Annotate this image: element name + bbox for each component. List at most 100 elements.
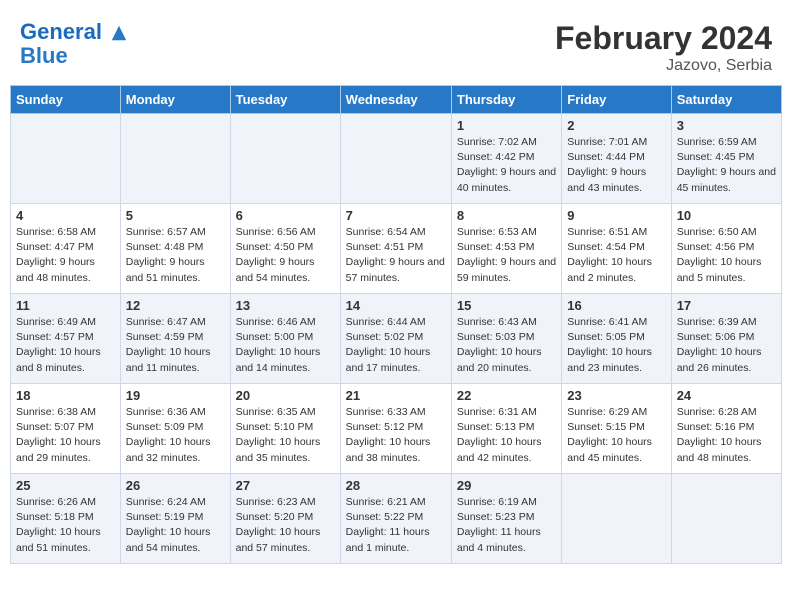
calendar-cell: 7 Sunrise: 6:54 AMSunset: 4:51 PMDaylight…	[340, 204, 451, 294]
day-sun-info: Sunrise: 6:44 AMSunset: 5:02 PMDaylight:…	[346, 315, 446, 376]
day-number: 29	[457, 478, 556, 493]
calendar-cell: 29 Sunrise: 6:19 AMSunset: 5:23 PMDayligh…	[451, 474, 561, 564]
day-sun-info: Sunrise: 6:51 AMSunset: 4:54 PMDaylight:…	[567, 225, 665, 286]
day-sun-info: Sunrise: 6:57 AMSunset: 4:48 PMDaylight:…	[126, 225, 225, 286]
calendar-cell: 10 Sunrise: 6:50 AMSunset: 4:56 PMDayligh…	[671, 204, 781, 294]
day-number: 22	[457, 388, 556, 403]
calendar-cell: 12 Sunrise: 6:47 AMSunset: 4:59 PMDayligh…	[120, 294, 230, 384]
calendar-cell: 28 Sunrise: 6:21 AMSunset: 5:22 PMDayligh…	[340, 474, 451, 564]
day-sun-info: Sunrise: 6:19 AMSunset: 5:23 PMDaylight:…	[457, 495, 556, 556]
day-sun-info: Sunrise: 6:49 AMSunset: 4:57 PMDaylight:…	[16, 315, 115, 376]
day-number: 4	[16, 208, 115, 223]
logo-text: General	[20, 20, 128, 44]
calendar-cell	[671, 474, 781, 564]
day-sun-info: Sunrise: 6:50 AMSunset: 4:56 PMDaylight:…	[677, 225, 776, 286]
calendar-table: SundayMondayTuesdayWednesdayThursdayFrid…	[10, 85, 782, 564]
calendar-cell: 13 Sunrise: 6:46 AMSunset: 5:00 PMDayligh…	[230, 294, 340, 384]
day-number: 6	[236, 208, 335, 223]
calendar-cell	[340, 114, 451, 204]
day-sun-info: Sunrise: 6:59 AMSunset: 4:45 PMDaylight:…	[677, 135, 776, 196]
day-sun-info: Sunrise: 6:46 AMSunset: 5:00 PMDaylight:…	[236, 315, 335, 376]
day-sun-info: Sunrise: 6:21 AMSunset: 5:22 PMDaylight:…	[346, 495, 446, 556]
day-header-thursday: Thursday	[451, 86, 561, 114]
calendar-cell: 8 Sunrise: 6:53 AMSunset: 4:53 PMDaylight…	[451, 204, 561, 294]
day-number: 7	[346, 208, 446, 223]
calendar-cell: 20 Sunrise: 6:35 AMSunset: 5:10 PMDayligh…	[230, 384, 340, 474]
month-year-title: February 2024	[555, 20, 772, 57]
calendar-cell	[11, 114, 121, 204]
calendar-week-row: 25 Sunrise: 6:26 AMSunset: 5:18 PMDayligh…	[11, 474, 782, 564]
day-number: 2	[567, 118, 665, 133]
day-number: 16	[567, 298, 665, 313]
day-sun-info: Sunrise: 6:47 AMSunset: 4:59 PMDaylight:…	[126, 315, 225, 376]
page-header: General Blue February 2024 Jazovo, Serbi…	[10, 10, 782, 80]
calendar-cell: 26Sunrise: 6:24 AMSunset: 5:19 PMDayligh…	[120, 474, 230, 564]
day-header-sunday: Sunday	[11, 86, 121, 114]
calendar-cell	[120, 114, 230, 204]
day-number: 27	[236, 478, 335, 493]
day-sun-info: Sunrise: 6:38 AMSunset: 5:07 PMDaylight:…	[16, 405, 115, 466]
day-sun-info: Sunrise: 6:58 AMSunset: 4:47 PMDaylight:…	[16, 225, 115, 286]
day-sun-info: Sunrise: 6:54 AMSunset: 4:51 PMDaylight:…	[346, 225, 446, 286]
calendar-cell: 15Sunrise: 6:43 AMSunset: 5:03 PMDayligh…	[451, 294, 561, 384]
day-sun-info: Sunrise: 6:33 AMSunset: 5:12 PMDaylight:…	[346, 405, 446, 466]
calendar-cell: 2 Sunrise: 7:01 AMSunset: 4:44 PMDaylight…	[562, 114, 671, 204]
day-sun-info: Sunrise: 6:28 AMSunset: 5:16 PMDaylight:…	[677, 405, 776, 466]
calendar-week-row: 11 Sunrise: 6:49 AMSunset: 4:57 PMDayligh…	[11, 294, 782, 384]
calendar-cell: 27 Sunrise: 6:23 AMSunset: 5:20 PMDayligh…	[230, 474, 340, 564]
calendar-cell: 5Sunrise: 6:57 AMSunset: 4:48 PMDaylight…	[120, 204, 230, 294]
calendar-cell: 11 Sunrise: 6:49 AMSunset: 4:57 PMDayligh…	[11, 294, 121, 384]
calendar-cell: 1 Sunrise: 7:02 AMSunset: 4:42 PMDaylight…	[451, 114, 561, 204]
day-sun-info: Sunrise: 7:01 AMSunset: 4:44 PMDaylight:…	[567, 135, 665, 196]
calendar-cell: 19 Sunrise: 6:36 AMSunset: 5:09 PMDayligh…	[120, 384, 230, 474]
calendar-cell: 6 Sunrise: 6:56 AMSunset: 4:50 PMDaylight…	[230, 204, 340, 294]
day-number: 18	[16, 388, 115, 403]
calendar-cell: 3Sunrise: 6:59 AMSunset: 4:45 PMDaylight…	[671, 114, 781, 204]
calendar-cell: 25 Sunrise: 6:26 AMSunset: 5:18 PMDayligh…	[11, 474, 121, 564]
calendar-cell: 9 Sunrise: 6:51 AMSunset: 4:54 PMDaylight…	[562, 204, 671, 294]
day-header-friday: Friday	[562, 86, 671, 114]
calendar-cell	[562, 474, 671, 564]
day-number: 21	[346, 388, 446, 403]
day-sun-info: Sunrise: 6:29 AMSunset: 5:15 PMDaylight:…	[567, 405, 665, 466]
day-number: 11	[16, 298, 115, 313]
calendar-cell	[230, 114, 340, 204]
day-number: 19	[126, 388, 225, 403]
day-number: 20	[236, 388, 335, 403]
calendar-cell: 4 Sunrise: 6:58 AMSunset: 4:47 PMDaylight…	[11, 204, 121, 294]
day-sun-info: Sunrise: 6:23 AMSunset: 5:20 PMDaylight:…	[236, 495, 335, 556]
day-sun-info: Sunrise: 6:24 AMSunset: 5:19 PMDaylight:…	[126, 495, 225, 556]
day-header-monday: Monday	[120, 86, 230, 114]
day-number: 23	[567, 388, 665, 403]
day-sun-info: Sunrise: 7:02 AMSunset: 4:42 PMDaylight:…	[457, 135, 556, 196]
day-sun-info: Sunrise: 6:31 AMSunset: 5:13 PMDaylight:…	[457, 405, 556, 466]
day-sun-info: Sunrise: 6:56 AMSunset: 4:50 PMDaylight:…	[236, 225, 335, 286]
day-number: 14	[346, 298, 446, 313]
title-area: February 2024 Jazovo, Serbia	[555, 20, 772, 75]
day-number: 1	[457, 118, 556, 133]
day-sun-info: Sunrise: 6:36 AMSunset: 5:09 PMDaylight:…	[126, 405, 225, 466]
calendar-cell: 23 Sunrise: 6:29 AMSunset: 5:15 PMDayligh…	[562, 384, 671, 474]
calendar-cell: 17 Sunrise: 6:39 AMSunset: 5:06 PMDayligh…	[671, 294, 781, 384]
day-number: 9	[567, 208, 665, 223]
day-sun-info: Sunrise: 6:26 AMSunset: 5:18 PMDaylight:…	[16, 495, 115, 556]
day-number: 12	[126, 298, 225, 313]
day-header-wednesday: Wednesday	[340, 86, 451, 114]
calendar-cell: 22 Sunrise: 6:31 AMSunset: 5:13 PMDayligh…	[451, 384, 561, 474]
day-number: 25	[16, 478, 115, 493]
day-number: 13	[236, 298, 335, 313]
calendar-cell: 14 Sunrise: 6:44 AMSunset: 5:02 PMDayligh…	[340, 294, 451, 384]
day-sun-info: Sunrise: 6:39 AMSunset: 5:06 PMDaylight:…	[677, 315, 776, 376]
calendar-cell: 18 Sunrise: 6:38 AMSunset: 5:07 PMDayligh…	[11, 384, 121, 474]
day-sun-info: Sunrise: 6:53 AMSunset: 4:53 PMDaylight:…	[457, 225, 556, 286]
day-number: 24	[677, 388, 776, 403]
day-number: 28	[346, 478, 446, 493]
calendar-cell: 21 Sunrise: 6:33 AMSunset: 5:12 PMDayligh…	[340, 384, 451, 474]
logo: General Blue	[20, 20, 128, 68]
day-sun-info: Sunrise: 6:35 AMSunset: 5:10 PMDaylight:…	[236, 405, 335, 466]
day-number: 10	[677, 208, 776, 223]
day-number: 8	[457, 208, 556, 223]
day-number: 17	[677, 298, 776, 313]
calendar-week-row: 18 Sunrise: 6:38 AMSunset: 5:07 PMDayligh…	[11, 384, 782, 474]
logo-text-blue: Blue	[20, 44, 128, 68]
